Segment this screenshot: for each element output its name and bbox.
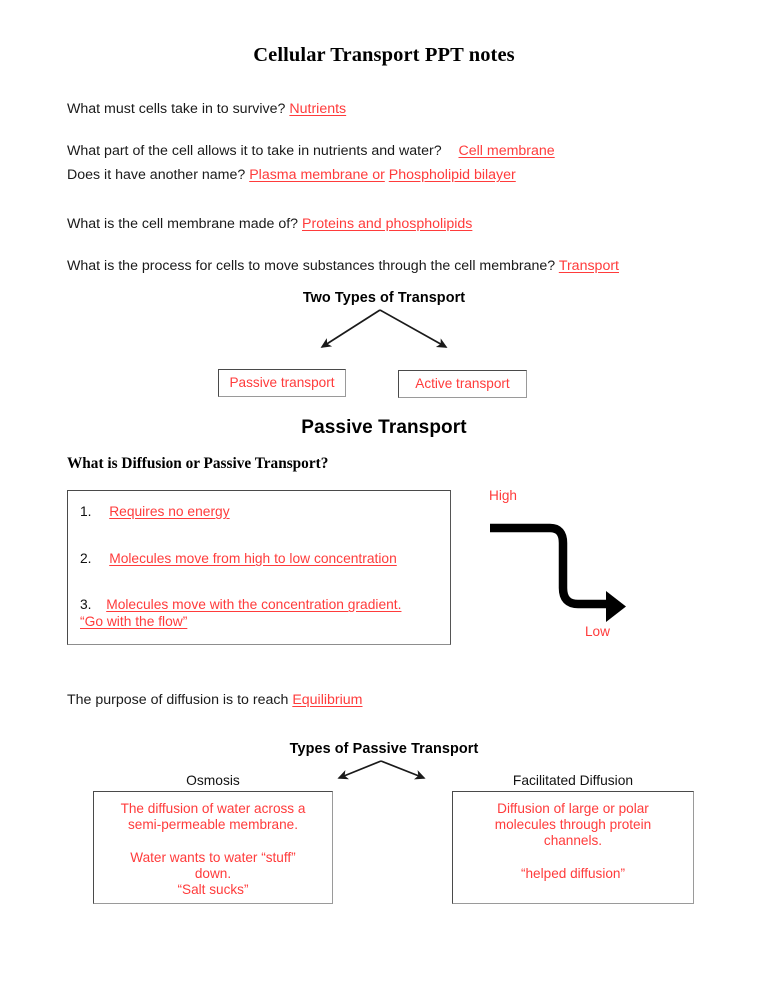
passive-transport-heading: Passive Transport (301, 417, 467, 438)
diagram1-arrows (320, 309, 448, 348)
list-item-text-line2: “Go with the flow” (80, 614, 188, 629)
equilibrium-answer: Equilibrium (292, 692, 363, 708)
diffusion-question: What is Diffusion or Passive Transport? (67, 455, 329, 472)
osmosis-line-3: Water wants to water “stuff” (130, 850, 296, 865)
osmosis-line-5: “Salt sucks” (177, 882, 249, 897)
facilitated-line-2: molecules through protein (494, 817, 652, 832)
diffusion-facts-box: 1. Requires no energy 2. Molecules move … (67, 490, 451, 645)
list-item-continuation: “Go with the flow” (80, 613, 187, 630)
passive-transport-label: Passive transport (229, 375, 335, 390)
osmosis-line-4: down. (194, 866, 232, 881)
equilibrium-line: The purpose of diffusion is to reach Equ… (67, 692, 363, 709)
qa-question-3: Does it have another name? (67, 167, 246, 183)
facilitated-line-4: “helped diffusion” (520, 866, 626, 881)
list-item-number: 3. (80, 597, 92, 612)
qa-line-1: What must cells take in to survive? Nutr… (67, 101, 346, 118)
qa-answer-2: Cell membrane (458, 143, 555, 159)
osmosis-line-2: semi-permeable membrane. (128, 817, 298, 832)
qa-answer-1: Nutrients (289, 101, 347, 117)
list-item: 3. Molecules move with the concentration… (80, 596, 401, 613)
gradient-low-label: Low (585, 624, 610, 639)
qa-question-5: What is the process for cells to move su… (67, 258, 556, 274)
document-page: Cellular Transport PPT notes What must c… (0, 0, 768, 994)
osmosis-line-1: The diffusion of water across a (120, 801, 306, 816)
facilitated-line-1: Diffusion of large or polar (497, 801, 649, 816)
list-item-number: 2. (80, 551, 92, 566)
qa-line-4: What is the cell membrane made of? Prote… (67, 216, 472, 233)
passive-transport-box: Passive transport (218, 369, 346, 397)
qa-answer-5: Transport (558, 258, 619, 274)
diagram2-arrows (337, 760, 426, 780)
active-transport-label: Active transport (415, 376, 510, 391)
osmosis-caption: Osmosis (186, 773, 240, 788)
qa-question-4: What is the cell membrane made of? (67, 216, 299, 232)
diagram2-heading: Types of Passive Transport (289, 741, 479, 757)
qa-answer-3a: Plasma membrane or (249, 167, 385, 183)
list-item: 2. Molecules move from high to low conce… (80, 550, 397, 567)
active-transport-box: Active transport (398, 370, 527, 398)
qa-question-1: What must cells take in to survive? (67, 101, 286, 117)
qa-line-5: What is the process for cells to move su… (67, 258, 619, 275)
osmosis-box: The diffusion of water across a semi-per… (93, 791, 333, 904)
qa-question-2: What part of the cell allows it to take … (67, 143, 442, 159)
page-title: Cellular Transport PPT notes (253, 44, 515, 66)
qa-line-2: What part of the cell allows it to take … (67, 143, 555, 160)
qa-answer-3b: Phospholipid bilayer (388, 167, 516, 183)
list-item: 1. Requires no energy (80, 503, 230, 520)
diagram1-heading: Two Types of Transport (302, 290, 466, 306)
equilibrium-question: The purpose of diffusion is to reach (67, 692, 289, 708)
qa-answer-4: Proteins and phospholipids (302, 216, 473, 232)
concentration-gradient-arrow-icon (490, 523, 626, 622)
facilitated-diffusion-box: Diffusion of large or polar molecules th… (452, 791, 694, 904)
qa-line-3: Does it have another name? Plasma membra… (67, 167, 516, 184)
list-item-text: Molecules move with the concentration gr… (106, 597, 402, 612)
list-item-text: Molecules move from high to low concentr… (109, 551, 397, 566)
list-item-number: 1. (80, 504, 92, 519)
facilitated-diffusion-caption: Facilitated Diffusion (512, 773, 634, 788)
list-item-text: Requires no energy (109, 504, 230, 519)
facilitated-line-3: channels. (543, 833, 603, 848)
